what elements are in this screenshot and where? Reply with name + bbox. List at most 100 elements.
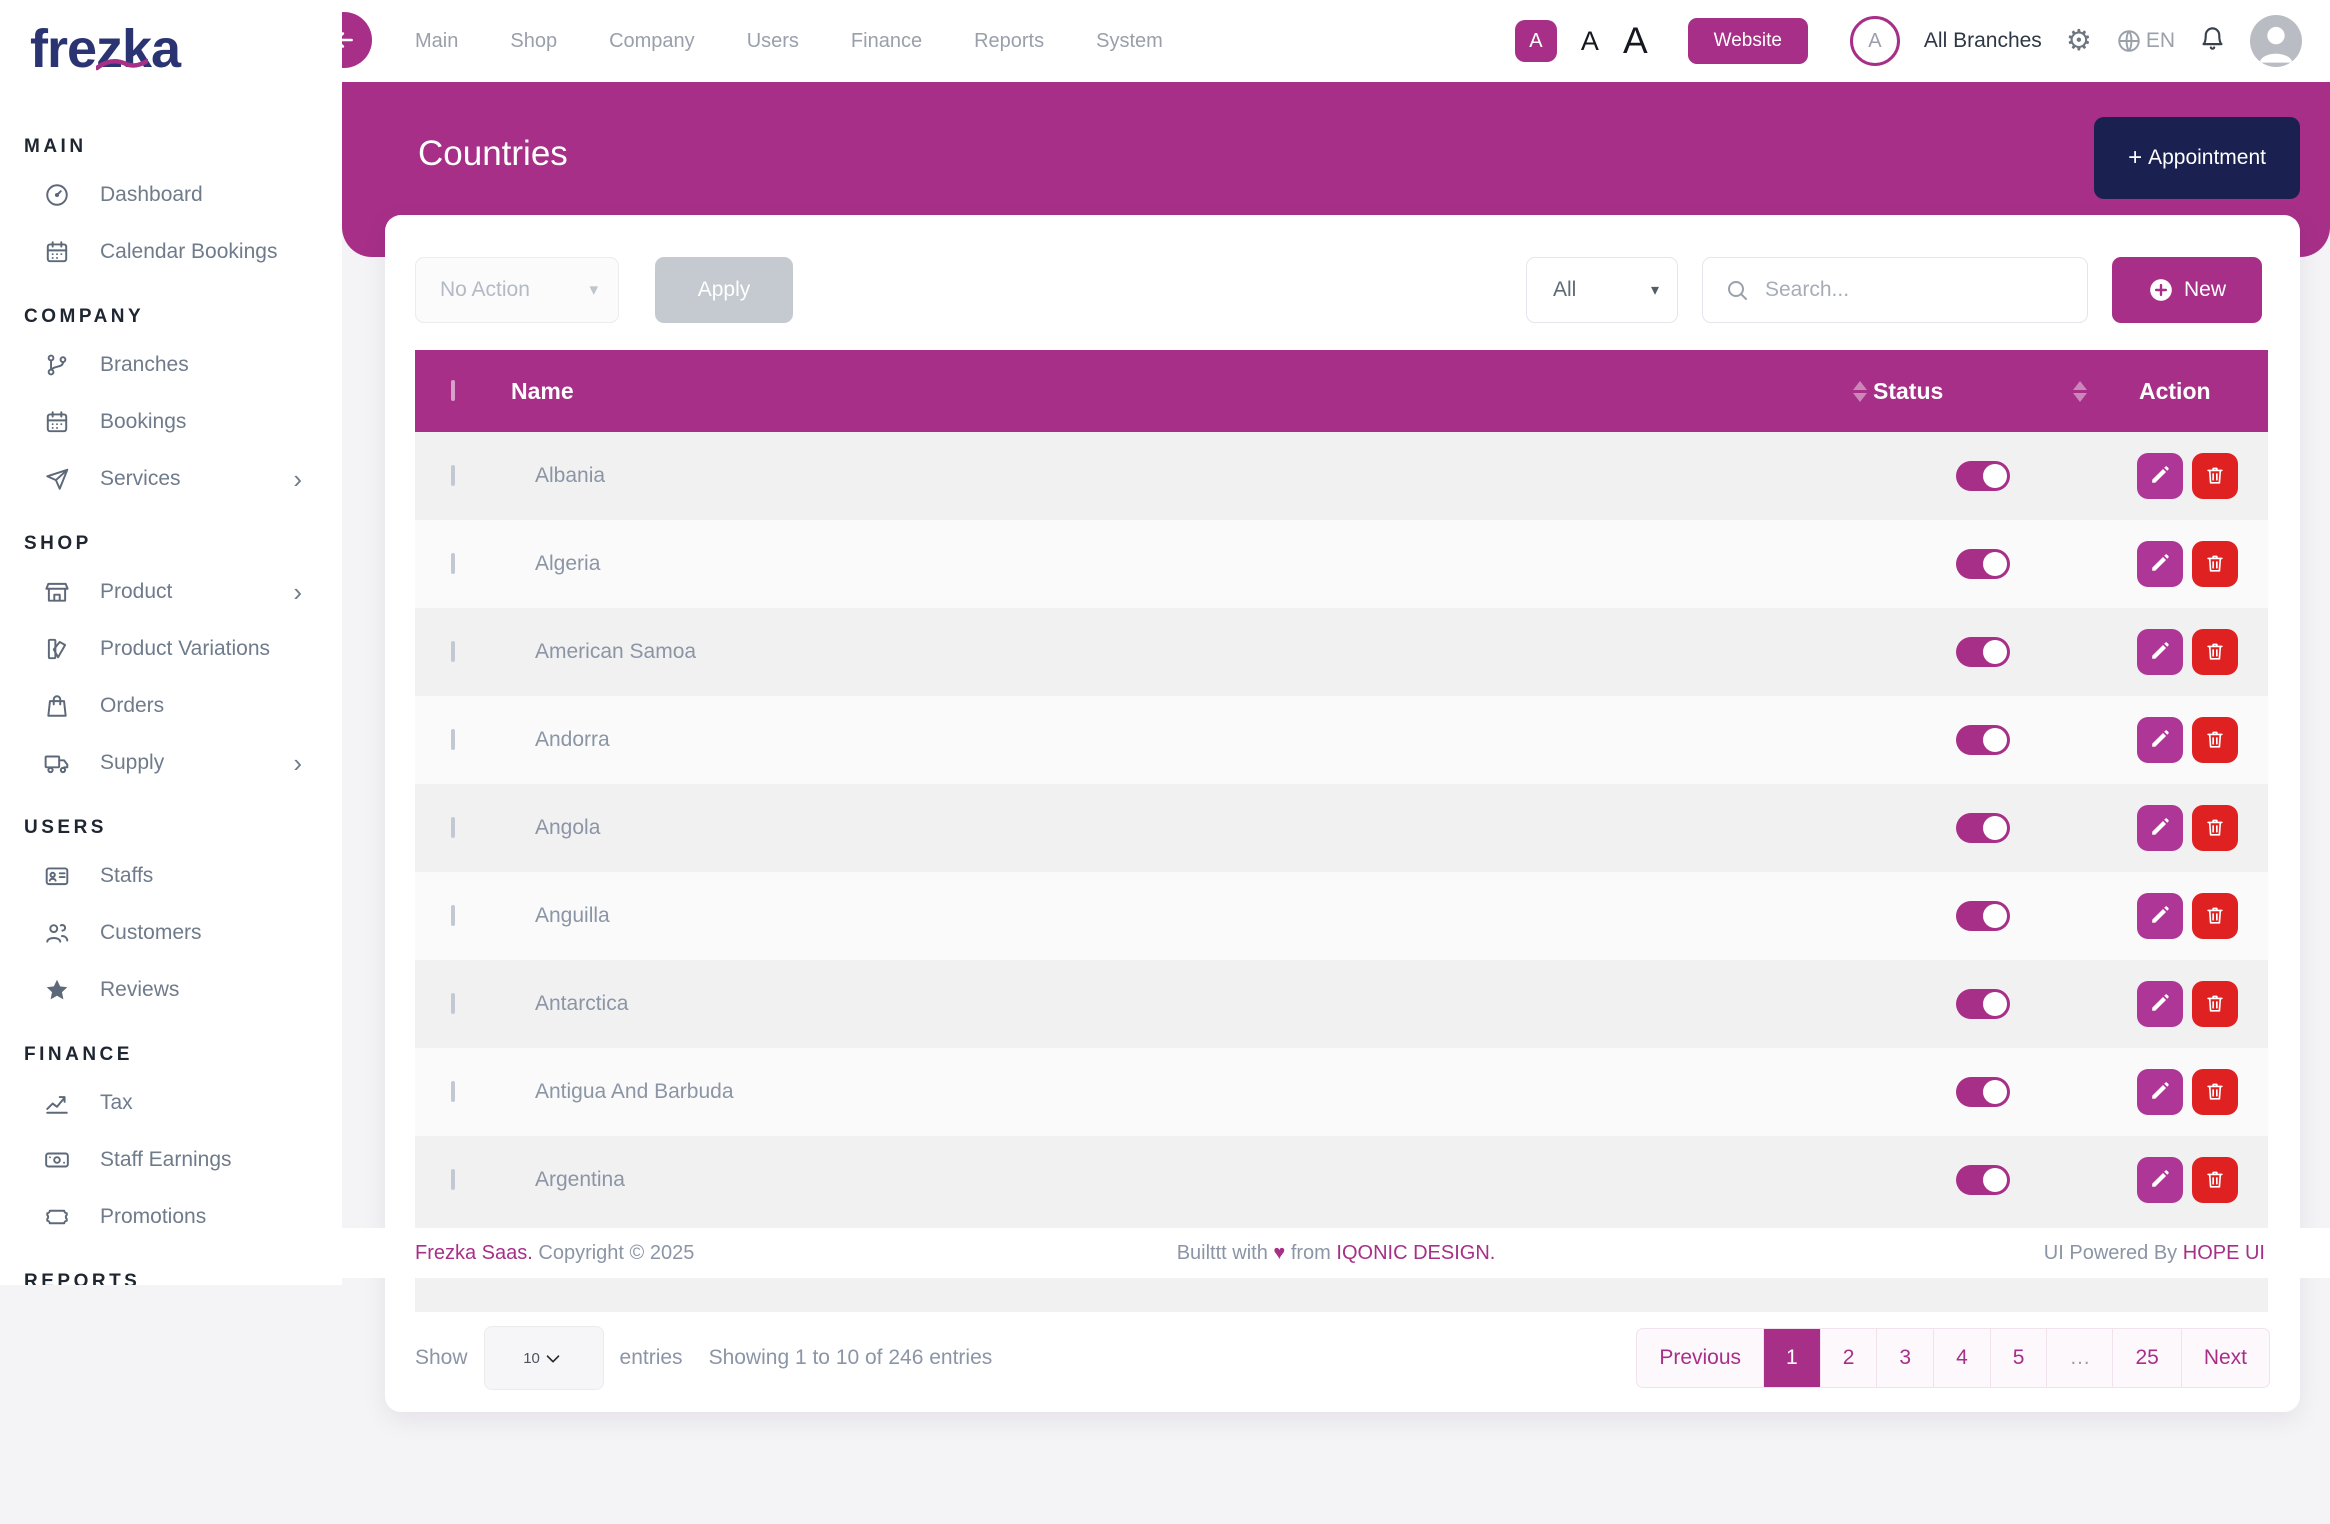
- row-checkbox[interactable]: [451, 641, 455, 662]
- add-appointment-button[interactable]: + Appointment: [2094, 117, 2300, 199]
- row-checkbox[interactable]: [451, 1081, 455, 1102]
- row-checkbox[interactable]: [451, 905, 455, 926]
- topnav-link-main[interactable]: Main: [415, 30, 458, 53]
- sidebar-item-reviews[interactable]: Reviews: [0, 961, 342, 1018]
- edit-button[interactable]: [2137, 629, 2183, 675]
- column-header-name[interactable]: Name: [511, 378, 574, 405]
- page-button-25[interactable]: 25: [2113, 1329, 2181, 1387]
- sidebar-item-bookings[interactable]: Bookings: [0, 393, 342, 450]
- sort-icon[interactable]: [2073, 381, 2087, 402]
- sidebar-item-label: Dashboard: [100, 183, 203, 207]
- chevron-down-icon: [542, 1347, 564, 1369]
- sidebar-item-tax[interactable]: Tax: [0, 1074, 342, 1131]
- edit-button[interactable]: [2137, 453, 2183, 499]
- language-selector[interactable]: EN: [2116, 28, 2175, 54]
- font-size-small-button[interactable]: A: [1515, 20, 1557, 62]
- user-avatar[interactable]: [2250, 15, 2302, 67]
- sidebar-item-product[interactable]: Product›: [0, 563, 342, 620]
- website-button[interactable]: Website: [1688, 18, 1808, 64]
- row-checkbox[interactable]: [451, 817, 455, 838]
- edit-button[interactable]: [2137, 981, 2183, 1027]
- sidebar-item-orders[interactable]: Orders: [0, 677, 342, 734]
- font-size-medium-button[interactable]: A: [1581, 26, 1599, 57]
- edit-button[interactable]: [2137, 1157, 2183, 1203]
- topnav-link-company[interactable]: Company: [609, 30, 695, 53]
- topnav-link-reports[interactable]: Reports: [974, 30, 1044, 53]
- column-header-status[interactable]: Status: [1873, 378, 1943, 405]
- status-toggle[interactable]: [1956, 637, 2010, 667]
- topnav-link-finance[interactable]: Finance: [851, 30, 922, 53]
- status-toggle[interactable]: [1956, 549, 2010, 579]
- settings-gear-icon[interactable]: ⚙: [2066, 27, 2092, 56]
- bulk-action-select[interactable]: No Action ▾: [415, 257, 619, 323]
- per-page-select[interactable]: 10: [484, 1326, 604, 1390]
- status-toggle[interactable]: [1956, 1165, 2010, 1195]
- sidebar-item-calendar-bookings[interactable]: Calendar Bookings: [0, 223, 342, 280]
- row-checkbox[interactable]: [451, 729, 455, 750]
- font-size-large-button[interactable]: A: [1623, 20, 1648, 62]
- page-button-3[interactable]: 3: [1877, 1329, 1934, 1387]
- row-checkbox[interactable]: [451, 553, 455, 574]
- trash-icon: [2204, 1080, 2226, 1105]
- row-checkbox[interactable]: [451, 993, 455, 1014]
- new-button[interactable]: New: [2112, 257, 2262, 323]
- sidebar-item-dashboard[interactable]: Dashboard: [0, 166, 342, 223]
- table-row: Anguilla: [415, 872, 2268, 960]
- delete-button[interactable]: [2192, 1069, 2238, 1115]
- delete-button[interactable]: [2192, 629, 2238, 675]
- apply-button[interactable]: Apply: [655, 257, 793, 323]
- scope-select[interactable]: All ▾: [1526, 257, 1678, 323]
- delete-button[interactable]: [2192, 541, 2238, 587]
- delete-button[interactable]: [2192, 805, 2238, 851]
- edit-button[interactable]: [2137, 541, 2183, 587]
- status-toggle[interactable]: [1956, 725, 2010, 755]
- sort-icon[interactable]: [1853, 381, 1867, 402]
- country-name: Algeria: [511, 552, 1873, 576]
- topnav-link-shop[interactable]: Shop: [510, 30, 557, 53]
- status-toggle[interactable]: [1956, 461, 2010, 491]
- status-toggle[interactable]: [1956, 989, 2010, 1019]
- delete-button[interactable]: [2192, 893, 2238, 939]
- page-button-5[interactable]: 5: [1991, 1329, 2048, 1387]
- page-button-next[interactable]: Next: [2182, 1329, 2269, 1387]
- sidebar-item-customers[interactable]: Customers: [0, 904, 342, 961]
- chevron-right-icon: ›: [293, 579, 302, 605]
- page-button-1[interactable]: 1: [1764, 1329, 1821, 1387]
- page-button-2[interactable]: 2: [1821, 1329, 1878, 1387]
- sidebar-item-supply[interactable]: Supply›: [0, 734, 342, 791]
- hope-ui-link[interactable]: HOPE UI: [2183, 1242, 2265, 1264]
- delete-button[interactable]: [2192, 1157, 2238, 1203]
- sidebar-item-staffs[interactable]: Staffs: [0, 847, 342, 904]
- branch-selector[interactable]: All Branches: [1924, 29, 2042, 53]
- edit-button[interactable]: [2137, 805, 2183, 851]
- status-toggle[interactable]: [1956, 1077, 2010, 1107]
- delete-button[interactable]: [2192, 981, 2238, 1027]
- edit-button[interactable]: [2137, 1069, 2183, 1115]
- status-toggle[interactable]: [1956, 813, 2010, 843]
- row-checkbox[interactable]: [451, 465, 455, 486]
- page-button-4[interactable]: 4: [1934, 1329, 1991, 1387]
- sidebar-item-product-variations[interactable]: Product Variations: [0, 620, 342, 677]
- row-checkbox[interactable]: [451, 1169, 455, 1190]
- delete-button[interactable]: [2192, 453, 2238, 499]
- delete-button[interactable]: [2192, 717, 2238, 763]
- status-toggle[interactable]: [1956, 901, 2010, 931]
- page-button-previous[interactable]: Previous: [1637, 1329, 1764, 1387]
- iqonic-design-link[interactable]: IQONIC DESIGN.: [1336, 1242, 1495, 1264]
- sidebar-item-staff-earnings[interactable]: Staff Earnings: [0, 1131, 342, 1188]
- edit-button[interactable]: [2137, 893, 2183, 939]
- trash-icon: [2204, 464, 2226, 489]
- sidebar-item-branches[interactable]: Branches: [0, 336, 342, 393]
- topnav-link-system[interactable]: System: [1096, 30, 1163, 53]
- select-all-checkbox[interactable]: [451, 380, 455, 401]
- topnav-link-users[interactable]: Users: [747, 30, 799, 53]
- notifications-bell-icon[interactable]: [2199, 25, 2226, 57]
- footer-brand-link[interactable]: Frezka Saas.: [415, 1242, 533, 1264]
- sidebar-item-services[interactable]: Services›: [0, 450, 342, 507]
- search-input[interactable]: [1765, 278, 2069, 302]
- edit-button[interactable]: [2137, 717, 2183, 763]
- branch-avatar[interactable]: A: [1850, 16, 1900, 66]
- sidebar-item-promotions[interactable]: Promotions: [0, 1188, 342, 1245]
- topbar-right: A A A Website A All Branches ⚙ EN: [1515, 15, 2330, 67]
- app-logo[interactable]: frezka: [0, 0, 342, 110]
